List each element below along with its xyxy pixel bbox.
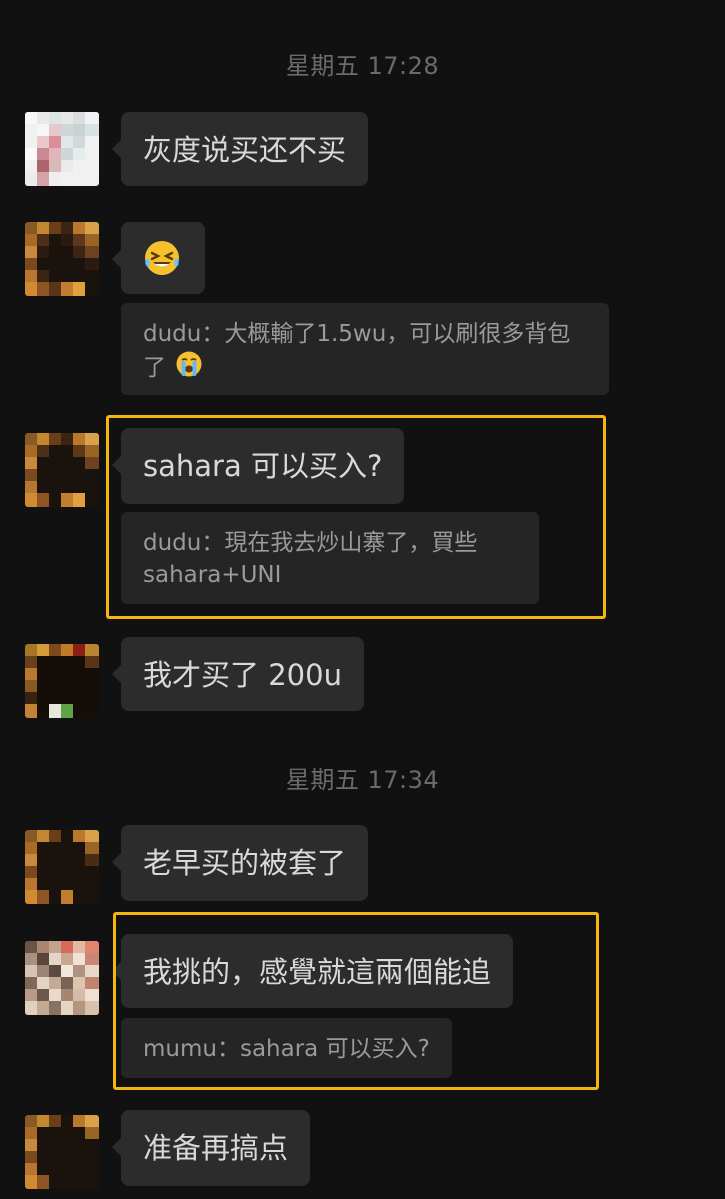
message-bubble-emoji[interactable]: [112, 222, 205, 294]
avatar-user-3[interactable]: [25, 644, 99, 718]
message-text: sahara 可以买入?: [143, 449, 383, 483]
message-bubble[interactable]: sahara 可以买入?: [111, 428, 405, 504]
timestamp-2: 星期五 17:34: [285, 766, 440, 794]
message-text: 灰度说买还不买: [143, 133, 347, 167]
quoted-message-text: dudu：現在我去炒山寨了，買些sahara+UNI: [143, 530, 478, 588]
message-text: 我挑的，感覺就這兩個能追: [143, 955, 492, 989]
loudly-crying-face-icon: [175, 350, 203, 387]
quoted-message[interactable]: mumu：sahara 可以买入?: [121, 1018, 452, 1078]
avatar-user-2[interactable]: [25, 433, 99, 507]
message-text: 我才买了 200u: [143, 658, 342, 692]
message-text: 老早买的被套了: [143, 846, 347, 880]
message-bubble[interactable]: 老早买的被套了: [111, 825, 369, 901]
avatar-user-2[interactable]: [25, 830, 99, 904]
avatar-user-1[interactable]: [25, 112, 99, 186]
avatar-user-2[interactable]: [25, 1115, 99, 1189]
message-bubble[interactable]: 我才买了 200u: [112, 637, 364, 711]
quoted-message[interactable]: dudu：大概輸了1.5wu，可以刷很多背包了: [121, 303, 609, 395]
quoted-message-text: mumu：sahara 可以买入?: [143, 1036, 430, 1062]
timestamp-1: 星期五 17:28: [285, 52, 440, 80]
quoted-message-text: dudu：大概輸了1.5wu，可以刷很多背包了: [143, 321, 571, 381]
quoted-message[interactable]: dudu：現在我去炒山寨了，買些sahara+UNI: [121, 512, 539, 604]
avatar-user-2[interactable]: [25, 222, 99, 296]
avatar-user-4[interactable]: [25, 941, 99, 1015]
message-bubble[interactable]: 灰度说买还不买: [111, 112, 369, 186]
grinning-squinting-tears-face-icon: [143, 239, 181, 285]
message-bubble[interactable]: 准备再搞点: [111, 1110, 311, 1186]
message-text: 准备再搞点: [143, 1131, 289, 1165]
message-bubble[interactable]: 我挑的，感覺就這兩個能追: [111, 934, 514, 1008]
